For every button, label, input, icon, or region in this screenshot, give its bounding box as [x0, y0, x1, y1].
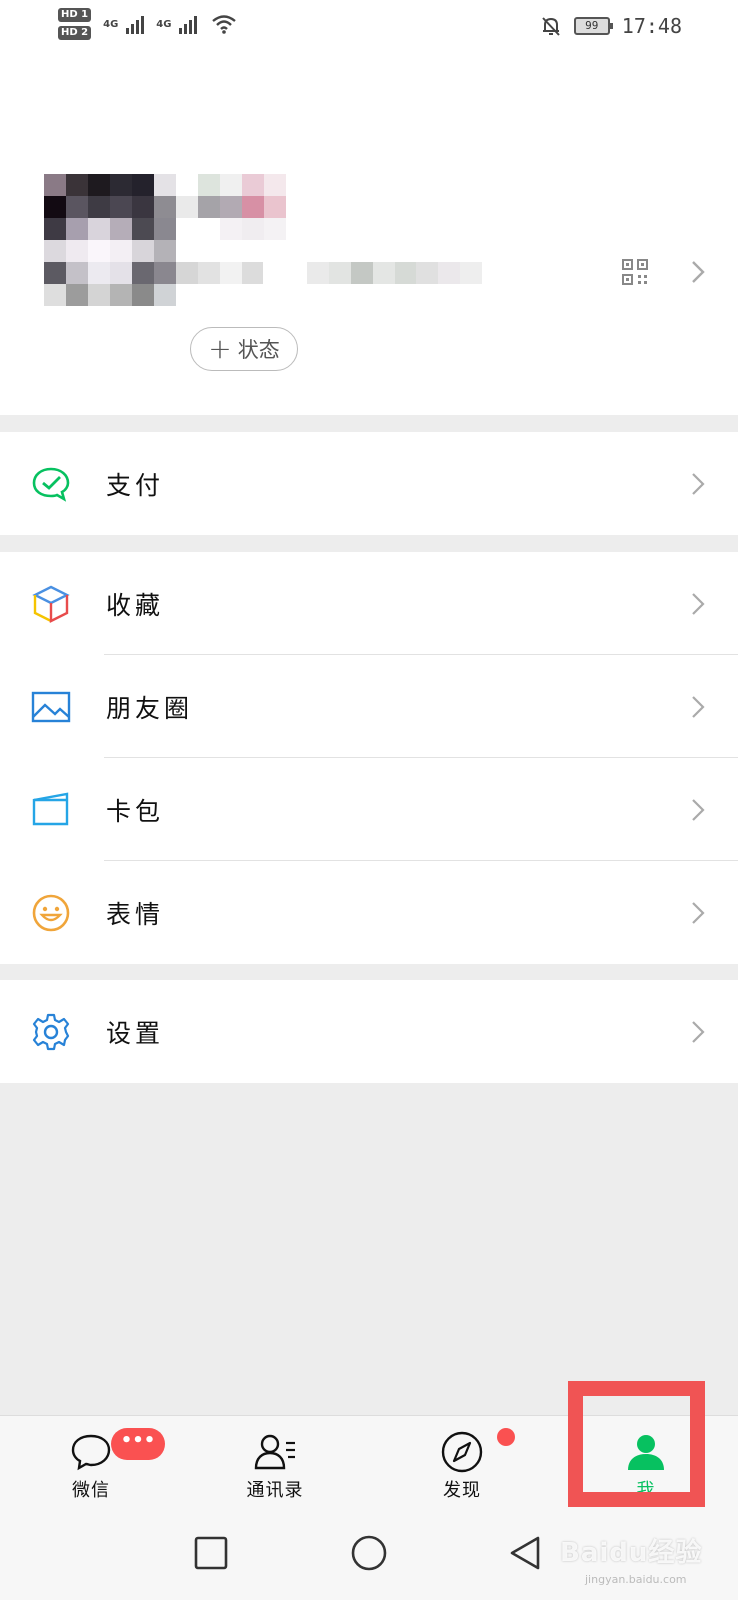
sim2-hd-badge: HD 2	[58, 26, 92, 40]
new-activity-dot	[497, 1428, 515, 1446]
mute-bell-icon	[542, 17, 560, 36]
network-type-2: 4G	[156, 18, 172, 30]
qr-code-icon[interactable]	[622, 259, 648, 285]
back-button[interactable]	[506, 1533, 546, 1573]
plus-icon: +	[208, 332, 232, 365]
profile-header[interactable]: + 状态	[0, 56, 738, 415]
gear-icon	[32, 1013, 70, 1051]
chat-bubble-icon	[71, 1434, 111, 1471]
status-right: 99 17:48	[540, 14, 682, 38]
chevron-right-icon	[692, 696, 705, 718]
menu-group-settings: 设置	[0, 980, 738, 1083]
menu-label-favorites: 收藏	[106, 590, 165, 620]
compass-icon	[441, 1431, 483, 1473]
home-button[interactable]	[349, 1533, 389, 1573]
menu-group-main: 收藏 朋友圈 卡包 表情	[0, 552, 738, 964]
menu-label-moments: 朋友圈	[106, 693, 194, 723]
chevron-right-icon	[692, 261, 705, 283]
chevron-right-icon	[692, 902, 705, 924]
nickname-blurred	[176, 174, 286, 240]
menu-label-settings: 设置	[106, 1018, 165, 1048]
menu-item-card-wallet[interactable]: 卡包	[0, 758, 738, 861]
wechat-id-blurred	[176, 262, 482, 284]
tab-discover[interactable]: 发现	[402, 1416, 522, 1510]
contacts-icon	[254, 1434, 295, 1470]
tab-label-chats: 微信	[72, 1480, 110, 1501]
smiley-icon	[32, 894, 70, 932]
unread-badge: •••	[111, 1428, 165, 1460]
watermark-url: jingyan.baidu.com	[585, 1573, 687, 1586]
menu-item-moments[interactable]: 朋友圈	[0, 655, 738, 758]
card-icon	[32, 792, 69, 826]
menu-label-card-wallet: 卡包	[106, 796, 165, 826]
highlight-box	[568, 1381, 705, 1507]
clock: 17:48	[621, 14, 682, 38]
signal-bars-2-icon	[179, 14, 198, 34]
status-button-label: 状态	[237, 338, 280, 362]
signal-bars-1-icon	[126, 14, 145, 34]
menu-group-pay: 支付	[0, 432, 738, 535]
signal-group: HD 1 HD 2 4G 4G	[58, 8, 237, 40]
status-bar: HD 1 HD 2 4G 4G 99 17:48	[0, 0, 738, 56]
menu-label-stickers: 表情	[106, 899, 165, 929]
tab-label-discover: 发现	[443, 1480, 481, 1501]
menu-item-stickers[interactable]: 表情	[0, 861, 738, 964]
cube-icon	[32, 585, 70, 623]
watermark: Baidu经验	[560, 1538, 703, 1568]
chevron-right-icon	[692, 1021, 705, 1043]
menu-label-pay: 支付	[106, 470, 165, 500]
chevron-right-icon	[692, 473, 705, 495]
menu-item-settings[interactable]: 设置	[0, 980, 738, 1083]
avatar[interactable]	[44, 174, 176, 306]
menu-item-pay[interactable]: 支付	[0, 432, 738, 535]
chevron-right-icon	[692, 593, 705, 615]
wifi-icon	[212, 15, 237, 34]
network-type-1: 4G	[103, 18, 119, 30]
tab-chats[interactable]: ••• 微信	[31, 1416, 165, 1510]
tab-contacts[interactable]: 通讯录	[215, 1416, 335, 1510]
sim1-hd-badge: HD 1	[58, 8, 92, 22]
picture-icon	[31, 691, 71, 723]
chevron-right-icon	[692, 799, 705, 821]
tab-label-contacts: 通讯录	[246, 1480, 304, 1501]
add-status-button[interactable]: + 状态	[190, 327, 298, 371]
recent-apps-button[interactable]	[191, 1533, 231, 1573]
wechat-pay-icon	[32, 467, 70, 502]
battery-indicator: 99	[573, 17, 613, 35]
menu-item-favorites[interactable]: 收藏	[0, 552, 738, 655]
